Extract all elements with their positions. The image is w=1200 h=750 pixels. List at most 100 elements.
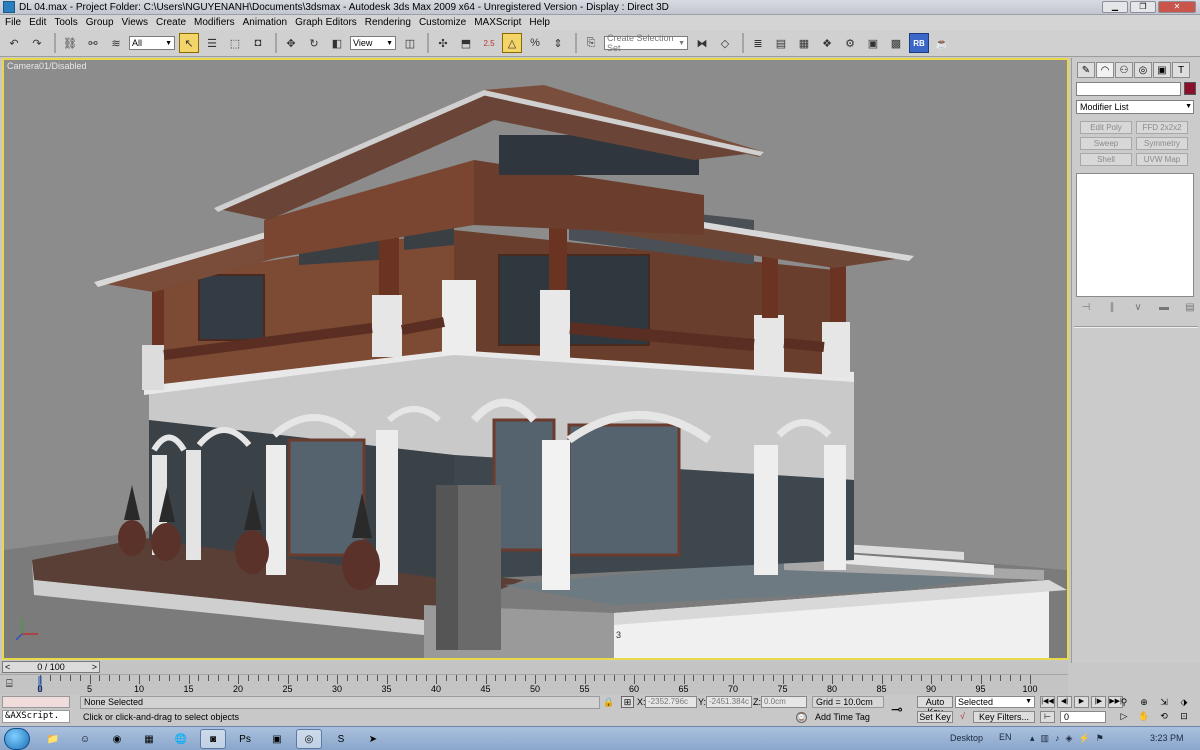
menu-group[interactable]: Group — [86, 17, 114, 28]
y-coordinate-field[interactable]: -2451.384c — [706, 696, 752, 708]
go-to-start-icon[interactable]: |◀◀ — [1040, 696, 1055, 708]
reference-coordinate-dropdown[interactable]: View ▼ — [350, 36, 396, 50]
auto-key-button[interactable]: Auto Key — [917, 696, 953, 717]
track-bar[interactable]: ⌸ 0 5 10 15 20 25 30 35 40 45 50 55 60 65 70 75 80 85 90 95… — [0, 674, 1068, 695]
window-crossing-icon[interactable]: ◘ — [248, 33, 268, 53]
maximize-button[interactable]: ❐ — [1130, 1, 1156, 13]
minimize-button[interactable]: ▁ — [1102, 1, 1128, 13]
camera-viewport[interactable]: Camera01/Disabled 3 — [2, 58, 1069, 660]
time-slider-thumb[interactable]: < 0 / 100 > — [2, 661, 100, 673]
antivirus-icon[interactable]: ◈ — [1066, 733, 1073, 744]
dolly-icon[interactable]: ⇲ — [1155, 696, 1173, 708]
show-end-result-icon[interactable]: ∥ — [1104, 302, 1120, 316]
snap-toggle-icon[interactable]: 2.5 — [479, 33, 499, 53]
viewport-label[interactable]: Camera01/Disabled — [7, 61, 87, 71]
x-coordinate-field[interactable]: -2352.796c — [645, 696, 697, 708]
menu-graph-editors[interactable]: Graph Editors — [295, 17, 357, 28]
rb-plugin-icon[interactable]: RB — [909, 33, 929, 53]
maxscript-listener-output[interactable] — [2, 696, 70, 708]
time-tag-icon[interactable]: ⌚ — [796, 712, 807, 723]
scale-icon[interactable]: ◧ — [327, 33, 347, 53]
curve-editor-icon[interactable]: ▤ — [771, 33, 791, 53]
clock[interactable]: 3:23 PM — [1150, 733, 1184, 743]
desktop-toolbar[interactable]: Desktop — [950, 733, 983, 743]
spinner-snap-icon[interactable]: ⇕ — [548, 33, 568, 53]
pan-icon[interactable]: ✋ — [1135, 710, 1153, 722]
schematic-view-icon[interactable]: ▦ — [794, 33, 814, 53]
render-setup-icon[interactable]: ⚙ — [840, 33, 860, 53]
make-unique-icon[interactable]: ∨ — [1130, 302, 1146, 316]
maximize-viewport-icon[interactable]: ⊡ — [1175, 710, 1193, 722]
menu-file[interactable]: File — [5, 17, 21, 28]
volume-icon[interactable]: ♪ — [1055, 733, 1060, 744]
object-name-field[interactable] — [1076, 82, 1181, 96]
select-by-name-icon[interactable]: ☰ — [202, 33, 222, 53]
z-coordinate-field[interactable]: 0.0cm — [761, 696, 807, 708]
teapot-render-icon[interactable]: ☕ — [932, 33, 952, 53]
spreadsheet-icon[interactable]: ▦ — [136, 729, 162, 749]
sweep-button[interactable]: Sweep — [1080, 137, 1132, 150]
power-icon[interactable]: ⚡ — [1078, 733, 1089, 744]
bind-space-warp-icon[interactable]: ≋ — [106, 33, 126, 53]
zoom-icon[interactable]: ⚲ — [1115, 696, 1133, 708]
modifier-stack[interactable] — [1076, 173, 1194, 297]
add-time-tag-button[interactable]: Add Time Tag — [812, 711, 884, 723]
field-of-view-icon[interactable]: ▷ — [1115, 710, 1133, 722]
ffd-button[interactable]: FFD 2x2x2 — [1136, 121, 1188, 134]
align-icon[interactable]: ◇ — [715, 33, 735, 53]
key-mode-toggle-icon[interactable]: ⊢ — [1040, 711, 1055, 723]
maxscript-mini-listener[interactable]: &AXScript. — [2, 710, 70, 723]
default-in-out-tangent-icon[interactable]: √ — [955, 711, 970, 723]
next-key-icon[interactable]: |▶ — [1091, 696, 1106, 708]
menu-tools[interactable]: Tools — [54, 17, 77, 28]
rectangular-selection-icon[interactable]: ⬚ — [225, 33, 245, 53]
globe-icon[interactable]: 🌐 — [168, 729, 194, 749]
display-tab-icon[interactable]: ▣ — [1153, 62, 1171, 78]
rendered-frame-icon[interactable]: ▣ — [863, 33, 883, 53]
motion-tab-icon[interactable]: ◎ — [1134, 62, 1152, 78]
zoom-all-icon[interactable]: ⊕ — [1135, 696, 1153, 708]
uvw-map-button[interactable]: UVW Map — [1136, 153, 1188, 166]
app-icon[interactable]: ▣ — [264, 729, 290, 749]
current-frame-field[interactable]: 0 — [1060, 711, 1106, 723]
3dsmax-task-icon[interactable]: ◙ — [200, 729, 226, 749]
messenger-icon[interactable]: ☺ — [72, 729, 98, 749]
select-link-icon[interactable]: ⛓ — [60, 33, 80, 53]
rotate-icon[interactable]: ↻ — [304, 33, 324, 53]
menu-create[interactable]: Create — [156, 17, 186, 28]
browser-task-icon[interactable]: ◎ — [296, 729, 322, 749]
mini-curve-editor-icon[interactable]: ⌸ — [6, 678, 13, 691]
symmetry-button[interactable]: Symmetry — [1136, 137, 1188, 150]
modifier-list-dropdown[interactable]: Modifier List ▼ — [1076, 100, 1194, 114]
edit-named-selection-icon[interactable]: ⎘ — [581, 33, 601, 53]
modify-tab-icon[interactable]: ◠ — [1096, 62, 1114, 78]
utilities-tab-icon[interactable]: T — [1172, 62, 1190, 78]
menu-maxscript[interactable]: MAXScript — [474, 17, 521, 28]
menu-rendering[interactable]: Rendering — [365, 17, 411, 28]
lock-selection-icon[interactable]: 🔒 — [603, 697, 614, 708]
menu-edit[interactable]: Edit — [29, 17, 46, 28]
play-icon[interactable]: ▶ — [1074, 696, 1089, 708]
menu-views[interactable]: Views — [122, 17, 149, 28]
redo-icon[interactable]: ↷ — [27, 33, 47, 53]
photoshop-icon[interactable]: Ps — [232, 729, 258, 749]
menu-customize[interactable]: Customize — [419, 17, 466, 28]
start-button[interactable] — [4, 728, 30, 750]
pivot-center-icon[interactable]: ◫ — [400, 33, 420, 53]
percent-snap-icon[interactable]: % — [525, 33, 545, 53]
hierarchy-tab-icon[interactable]: ⚇ — [1115, 62, 1133, 78]
edit-poly-button[interactable]: Edit Poly — [1080, 121, 1132, 134]
network-icon[interactable]: ▥ — [1041, 733, 1050, 744]
menu-help[interactable]: Help — [529, 17, 550, 28]
render-production-icon[interactable]: ▩ — [886, 33, 906, 53]
language-indicator[interactable]: EN — [999, 732, 1012, 742]
set-key-button[interactable]: Set Key — [917, 711, 953, 723]
explorer-icon[interactable]: 📁 — [40, 729, 66, 749]
chrome-icon[interactable]: ◉ — [104, 729, 130, 749]
selection-filter-dropdown[interactable]: All ▼ — [129, 36, 175, 50]
move-icon[interactable]: ✥ — [281, 33, 301, 53]
remove-modifier-icon[interactable]: ▬ — [1156, 302, 1172, 316]
create-tab-icon[interactable]: ✎ — [1077, 62, 1095, 78]
flag-icon[interactable]: ⚑ — [1096, 733, 1104, 744]
named-selection-set-dropdown[interactable]: Create Selection Set ▼ — [604, 33, 688, 53]
